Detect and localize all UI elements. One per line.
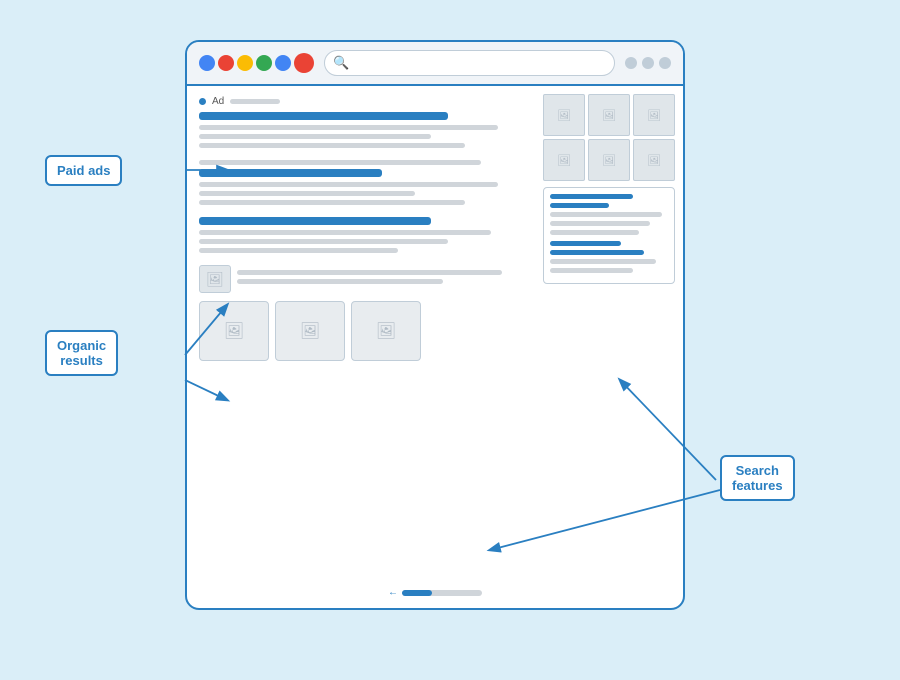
panel-images-grid: 🖼 🖼 🖼 🖼 🖼 🖼 <box>543 94 675 181</box>
browser-window: 🔍 Ad <box>185 40 685 610</box>
ad-result-block <box>199 112 531 148</box>
panel-line-4 <box>550 259 656 264</box>
panel-line-5 <box>550 268 633 273</box>
panel-link-2 <box>550 250 644 255</box>
paid-ads-label: Paid ads <box>45 155 122 186</box>
image-2: 🖼 <box>275 301 345 361</box>
logo-dot-yellow <box>237 55 253 71</box>
panel-img-1: 🖼 <box>543 94 585 136</box>
organic-result-1 <box>199 160 531 205</box>
logo-dot-blue <box>199 55 215 71</box>
img-line-1 <box>237 270 502 275</box>
ad-text: Ad <box>212 96 224 107</box>
ad-title-bar <box>199 112 448 120</box>
image-icon-2: 🖼 <box>300 321 320 341</box>
image-result-small: 🖼 <box>199 265 531 293</box>
search-bar[interactable]: 🔍 <box>324 50 615 76</box>
org1-line-0 <box>199 160 481 165</box>
scroll-thumb <box>402 590 432 596</box>
browser-topbar: 🔍 <box>187 42 683 86</box>
image-3: 🖼 <box>351 301 421 361</box>
logo-dot-red <box>218 55 234 71</box>
main-results: Ad <box>187 86 543 608</box>
panel-line-1 <box>550 212 662 217</box>
panel-line-3 <box>550 230 639 235</box>
panel-title <box>550 194 633 199</box>
org2-title <box>199 217 431 225</box>
window-dot-3 <box>659 57 671 69</box>
browser-content: Ad <box>187 86 683 608</box>
org2-line-2 <box>199 239 448 244</box>
panel-info-card <box>543 187 675 284</box>
org1-title <box>199 169 382 177</box>
image-icon-1: 🖼 <box>224 321 244 341</box>
org1-line-1 <box>199 182 498 187</box>
small-img: 🖼 <box>199 265 231 293</box>
ad-line-2 <box>199 134 431 139</box>
window-dot-1 <box>625 57 637 69</box>
org2-line-3 <box>199 248 398 253</box>
panel-img-3: 🖼 <box>633 94 675 136</box>
search-features-label: Searchfeatures <box>720 455 795 501</box>
ad-dot <box>199 98 206 105</box>
scroll-left-arrow: ← <box>388 587 398 598</box>
panel-img-5: 🖼 <box>588 139 630 181</box>
panel-link <box>550 241 621 246</box>
knowledge-panel: 🖼 🖼 🖼 🖼 🖼 🖼 <box>543 86 683 608</box>
window-controls <box>625 57 671 69</box>
image-icon-3: 🖼 <box>376 321 396 341</box>
org1-line-2 <box>199 191 415 196</box>
organic-result-2 <box>199 217 531 253</box>
ad-line <box>230 99 280 104</box>
logo-dot-green <box>256 55 272 71</box>
panel-subtitle <box>550 203 609 208</box>
org1-line-3 <box>199 200 465 205</box>
scroll-track <box>402 590 482 596</box>
scrollbar: ← <box>388 587 482 598</box>
panel-img-6: 🖼 <box>633 139 675 181</box>
logo-dot-red2 <box>294 53 314 73</box>
img-line-2 <box>237 279 443 284</box>
organic-results-label: Organicresults <box>45 330 118 376</box>
search-icon: 🔍 <box>333 55 349 71</box>
panel-line-2 <box>550 221 650 226</box>
ad-line-3 <box>199 143 465 148</box>
logo-dot-blue2 <box>275 55 291 71</box>
google-logo <box>199 53 314 73</box>
image-row: 🖼 🖼 🖼 <box>199 301 531 361</box>
window-dot-2 <box>642 57 654 69</box>
image-1: 🖼 <box>199 301 269 361</box>
ad-line-1 <box>199 125 498 130</box>
panel-img-4: 🖼 <box>543 139 585 181</box>
panel-img-2: 🖼 <box>588 94 630 136</box>
org2-line-1 <box>199 230 491 235</box>
ad-label-row: Ad <box>199 96 531 107</box>
